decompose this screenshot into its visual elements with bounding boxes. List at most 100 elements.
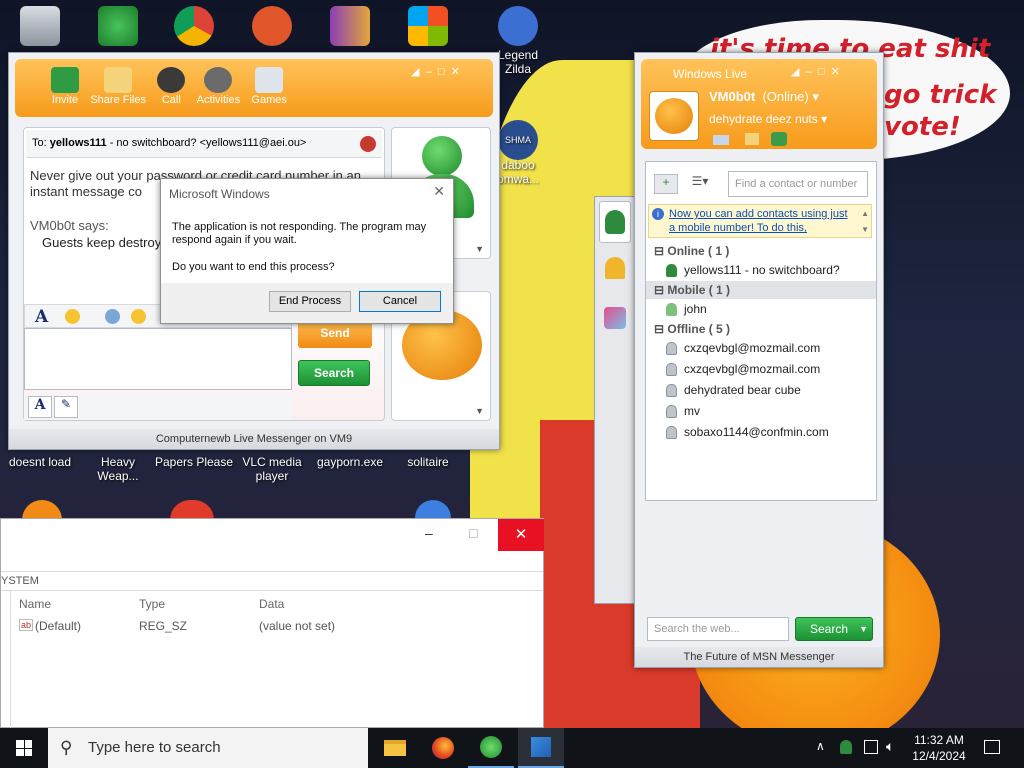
- column-type[interactable]: Type: [139, 597, 165, 611]
- message-input[interactable]: [24, 328, 292, 390]
- alerts-tab[interactable]: [599, 249, 631, 291]
- personal-message[interactable]: dehydrate deez nuts ▾: [709, 112, 827, 126]
- font-tab-icon[interactable]: A: [28, 396, 52, 418]
- activities-button[interactable]: Activities: [197, 67, 240, 106]
- contacts-tab[interactable]: [599, 201, 631, 243]
- block-icon[interactable]: [360, 136, 376, 152]
- desktop-icon-papers-please[interactable]: Papers Please: [154, 455, 234, 469]
- chevron-down-icon[interactable]: ▼: [475, 406, 484, 416]
- contact-item[interactable]: mv: [646, 401, 876, 422]
- group-header-mobile[interactable]: ⊟ Mobile ( 1 ): [646, 281, 876, 299]
- taskbar-firefox[interactable]: [420, 728, 466, 768]
- table-row[interactable]: ab (Default) REG_SZ (value not set): [1, 617, 543, 637]
- clock[interactable]: 11:32 AM 12/4/2024: [904, 732, 974, 764]
- wink-icon[interactable]: [131, 309, 146, 324]
- minimize-icon[interactable]: –: [425, 525, 433, 541]
- chevron-up-icon[interactable]: ∧: [816, 739, 825, 753]
- invite-button[interactable]: Invite: [51, 67, 79, 106]
- voice-clip-icon[interactable]: [105, 309, 120, 324]
- contact-item[interactable]: john: [646, 299, 876, 320]
- web-search-input[interactable]: Search the web...: [647, 617, 789, 641]
- end-process-button[interactable]: End Process: [269, 291, 351, 312]
- contact-item[interactable]: cxzqevbgl@mozmail.com: [646, 338, 876, 359]
- chevron-down-icon[interactable]: ▼: [859, 618, 868, 640]
- stickers-tab[interactable]: [599, 299, 631, 341]
- banner-link[interactable]: Now you can add contacts using just a mo…: [669, 208, 848, 234]
- taskbar-messenger[interactable]: [468, 728, 514, 768]
- contact-name: cxzqevbgl@mozmail.com: [684, 341, 821, 355]
- avatar[interactable]: [649, 91, 699, 141]
- scroll-up-icon[interactable]: ▲: [861, 207, 869, 221]
- emoticon-icon[interactable]: [65, 309, 80, 324]
- desktop-icon-heavy-weapon[interactable]: Heavy Weap...: [78, 455, 158, 483]
- contact-item[interactable]: cxzqevbgl@mozmail.com: [646, 359, 876, 380]
- font-icon[interactable]: A: [35, 307, 48, 327]
- desktop-icon-label: Legend Zilda: [497, 48, 539, 76]
- column-data[interactable]: Data: [259, 597, 284, 611]
- contact-name: dehydrated bear cube: [684, 383, 801, 397]
- group-header-offline[interactable]: ⊟ Offline ( 5 ): [646, 320, 876, 338]
- messenger-tray-icon[interactable]: [840, 740, 852, 754]
- minimize-icon[interactable]: –: [806, 66, 812, 78]
- close-icon[interactable]: ✕: [433, 183, 445, 200]
- paint-icon[interactable]: ◢: [791, 66, 799, 78]
- close-icon[interactable]: ✕: [498, 519, 544, 551]
- chevron-down-icon[interactable]: ▼: [475, 244, 484, 254]
- find-contact-input[interactable]: Find a contact or number: [728, 171, 868, 197]
- messenger-icon: [98, 6, 138, 46]
- taskbar-search-box[interactable]: ⚲ Type here to search: [48, 728, 368, 768]
- desktop-icon-exe[interactable]: gayporn.exe: [310, 455, 390, 469]
- bottom-tabs: A ✎: [24, 394, 292, 420]
- desktop-icon-solitaire[interactable]: solitaire: [388, 455, 468, 469]
- string-value-icon: ab: [19, 619, 34, 631]
- share-files-button[interactable]: Share Files: [90, 67, 146, 106]
- paint-icon[interactable]: ◢: [411, 66, 419, 78]
- group-header-online[interactable]: ⊟ Online ( 1 ): [646, 242, 876, 260]
- contact-item[interactable]: sobaxo1144@confmin.com: [646, 422, 876, 443]
- taskbar-regedit[interactable]: [518, 728, 564, 768]
- column-name[interactable]: Name: [19, 597, 51, 611]
- close-icon[interactable]: ✕: [451, 66, 460, 78]
- start-button[interactable]: [0, 728, 48, 768]
- recipient-detail: - no switchboard? <yellows111@aei.ou>: [109, 137, 307, 149]
- contact-item[interactable]: yellows111 - no switchboard?: [646, 260, 876, 281]
- close-icon[interactable]: ✕: [831, 66, 840, 78]
- maximize-icon[interactable]: □: [438, 66, 445, 78]
- desktop-icon-app-p[interactable]: [232, 6, 312, 48]
- desktop-icon-winrar[interactable]: [310, 6, 390, 48]
- sort-list-icon[interactable]: ☰▾: [686, 174, 714, 194]
- desktop-icon-windows[interactable]: [388, 6, 468, 48]
- contact-item[interactable]: dehydrated bear cube: [646, 380, 876, 401]
- network-icon[interactable]: [864, 740, 878, 754]
- contact-name: sobaxo1144@confmin.com: [684, 425, 829, 439]
- games-button[interactable]: Games: [251, 67, 287, 106]
- desktop-icon-messenger[interactable]: [78, 6, 158, 48]
- desktop-icon-chrome[interactable]: [154, 6, 234, 48]
- sender-label: VM0b0t says:: [30, 218, 109, 233]
- maximize-icon[interactable]: □: [469, 525, 477, 541]
- settings-icon[interactable]: [771, 132, 787, 146]
- scroll-down-icon[interactable]: ▼: [861, 223, 869, 237]
- folder-icon: [384, 740, 406, 756]
- taskbar-file-explorer[interactable]: [372, 728, 418, 768]
- address-bar[interactable]: YSTEM: [1, 571, 543, 591]
- speaker-icon[interactable]: 🔈︎: [886, 738, 894, 755]
- maximize-icon[interactable]: □: [818, 66, 825, 78]
- folder-icon[interactable]: [745, 133, 759, 145]
- desktop-icon-doesnt-load[interactable]: doesnt load: [0, 455, 80, 469]
- web-search-button[interactable]: Search ▼: [795, 617, 873, 641]
- search-button[interactable]: Search: [298, 360, 370, 386]
- call-button[interactable]: Call: [157, 67, 186, 106]
- cancel-button[interactable]: Cancel: [359, 291, 441, 312]
- value-data: (value not set): [259, 619, 336, 633]
- windows-logo-icon: [408, 6, 448, 46]
- tree-pane[interactable]: [1, 591, 11, 729]
- notification-icon[interactable]: [984, 740, 1000, 754]
- status-line[interactable]: VM0b0t (Online) ▾: [709, 89, 819, 105]
- handwriting-tab-icon[interactable]: ✎: [54, 396, 78, 418]
- minimize-icon[interactable]: –: [426, 66, 432, 78]
- add-contact-icon[interactable]: +: [654, 174, 678, 194]
- mail-icon[interactable]: [713, 135, 729, 145]
- desktop-icon-recycle-bin[interactable]: [0, 6, 80, 48]
- desktop-icon-vlc[interactable]: VLC media player: [232, 455, 312, 483]
